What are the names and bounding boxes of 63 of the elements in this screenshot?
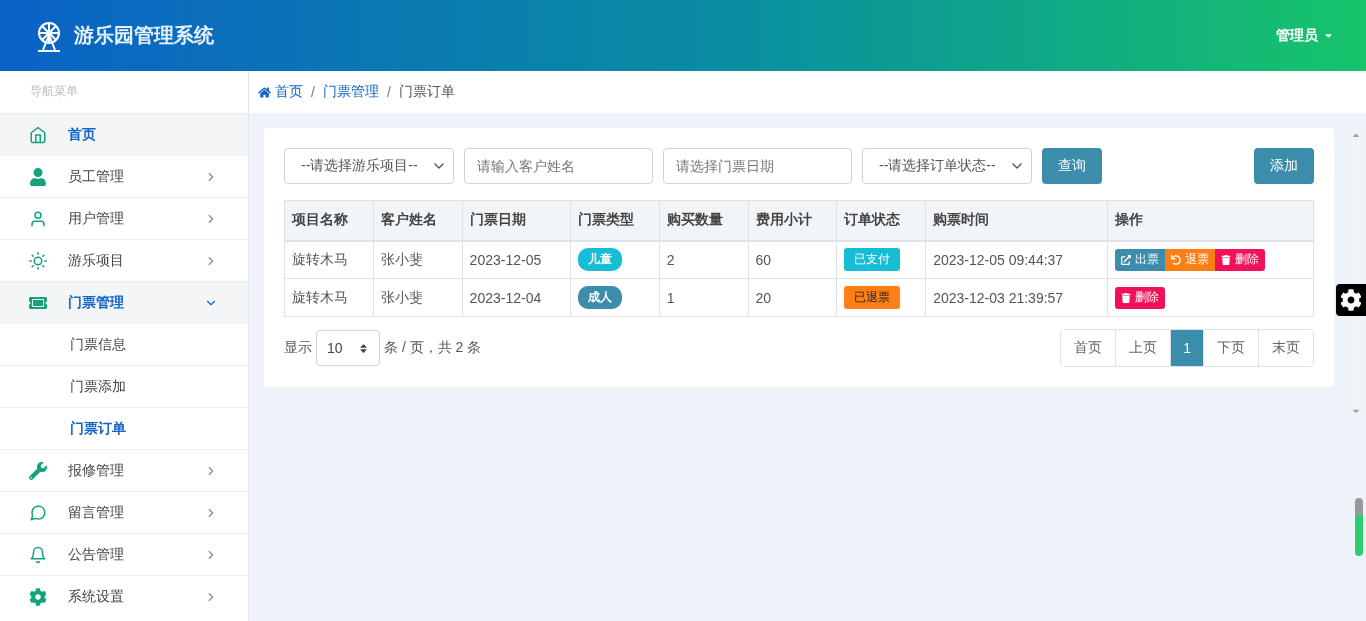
- column-header: 门票类型: [570, 200, 660, 241]
- ticket-date-field[interactable]: 请选择门票日期: [663, 148, 852, 184]
- project-select[interactable]: --请选择游乐项目--: [284, 148, 454, 184]
- column-header: 客户姓名: [373, 200, 463, 241]
- page-button[interactable]: 末页: [1258, 330, 1313, 366]
- table-cell: 20: [748, 278, 837, 317]
- app-title: 游乐园管理系统: [74, 23, 214, 48]
- column-header: 项目名称: [284, 200, 374, 241]
- order-status-tag: 已退票: [844, 286, 901, 309]
- sort-arrows-icon: [358, 342, 369, 354]
- ticket-type-tag: 成人: [577, 286, 622, 309]
- sidebar-heading: 导航菜单: [29, 83, 79, 100]
- show-label: 显示: [284, 339, 312, 357]
- sidebar-item[interactable]: 首页: [0, 113, 248, 155]
- page-summary: 条 / 页，共 2 条: [384, 339, 482, 357]
- column-header: 购票时间: [925, 200, 1107, 241]
- breadcrumb-link[interactable]: 门票管理: [322, 83, 379, 101]
- menu-icon: [28, 167, 48, 186]
- column-header: 费用小计: [748, 200, 837, 241]
- table-cell: 1: [659, 278, 749, 317]
- table-cell: 2023-12-05: [462, 240, 571, 279]
- page-button[interactable]: 1: [1170, 330, 1203, 366]
- table-cell: 2023-12-04: [462, 278, 571, 317]
- menu-icon: [28, 461, 48, 480]
- column-header: 购买数量: [659, 200, 749, 241]
- status-select[interactable]: --请选择订单状态--: [862, 148, 1032, 184]
- sidebar-item[interactable]: 门票管理: [0, 281, 248, 323]
- order-status-tag: 已支付: [844, 248, 901, 272]
- table-cell: 旋转木马: [284, 278, 374, 317]
- table-cell: 2: [659, 240, 749, 279]
- menu-icon: [28, 503, 48, 522]
- ticket-type-tag: 儿童: [577, 248, 622, 272]
- breadcrumb-current: 门票订单: [398, 83, 455, 101]
- menu-icon: [28, 587, 48, 606]
- table-cell: 60: [748, 240, 837, 279]
- breadcrumb-link[interactable]: 首页: [258, 83, 303, 101]
- table-cell: 旋转木马: [284, 240, 374, 279]
- trash-icon: [1120, 292, 1131, 303]
- table-cell: 张小斐: [373, 278, 463, 317]
- home-icon: [258, 85, 271, 99]
- add-button[interactable]: 添加: [1254, 148, 1314, 184]
- issue-action[interactable]: 出票: [1114, 248, 1165, 271]
- external-link-icon: [1120, 254, 1131, 265]
- table-cell: 2023-12-05 09:44:37: [925, 240, 1107, 279]
- scroll-indicator: [1355, 498, 1363, 556]
- menu-icon: [28, 545, 48, 564]
- column-header: 操作: [1107, 200, 1314, 241]
- breadcrumb-separator: /: [311, 84, 315, 100]
- table-cell: 张小斐: [373, 240, 463, 279]
- breadcrumb-separator: /: [386, 84, 391, 100]
- menu-icon: [28, 251, 48, 270]
- column-header: 订单状态: [836, 200, 926, 241]
- delete-action[interactable]: 删除: [1114, 286, 1165, 309]
- undo-icon: [1170, 254, 1181, 265]
- search-button[interactable]: 查询: [1042, 148, 1102, 184]
- trash-icon: [1220, 254, 1231, 265]
- column-header: 门票日期: [462, 200, 571, 241]
- page-size-select[interactable]: 10: [316, 330, 380, 366]
- menu-icon: [28, 125, 48, 144]
- menu-icon: [28, 209, 48, 228]
- table-cell: 2023-12-03 21:39:57: [925, 278, 1107, 317]
- delete-action[interactable]: 删除: [1214, 248, 1265, 271]
- customer-name-field[interactable]: 请输入客户姓名: [464, 148, 653, 184]
